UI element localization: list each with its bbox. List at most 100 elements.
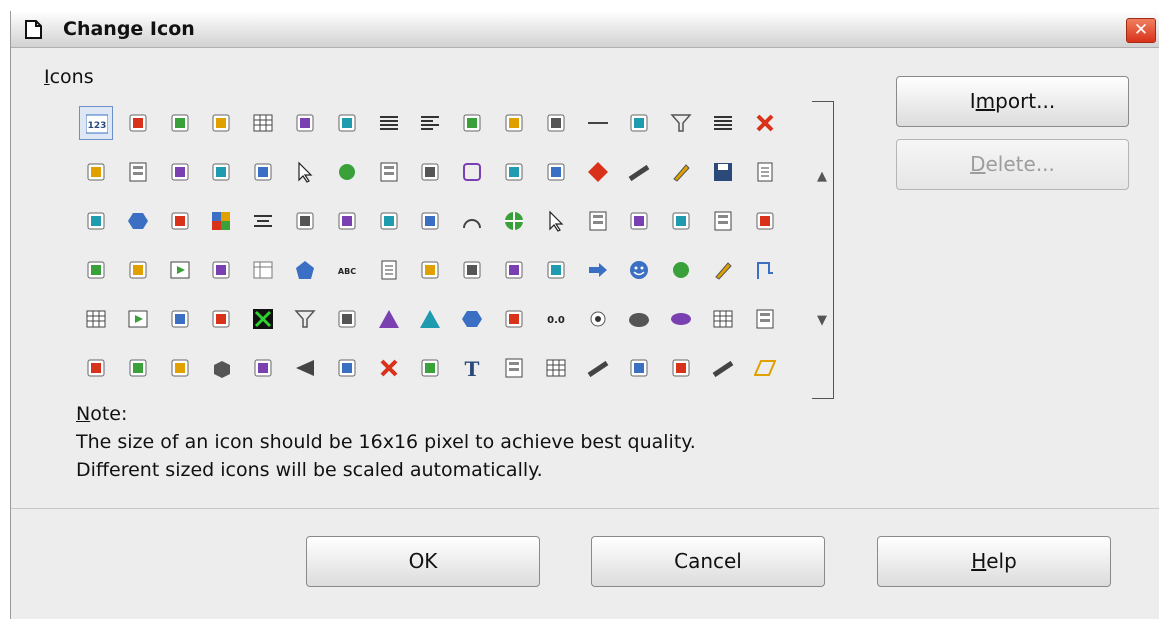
title-bar[interactable]: Change Icon ✕ bbox=[11, 11, 1159, 48]
settings-icon[interactable] bbox=[246, 155, 280, 189]
form-icon[interactable] bbox=[748, 302, 782, 336]
calendar-icon[interactable] bbox=[204, 302, 238, 336]
image-icon[interactable] bbox=[622, 204, 656, 238]
align-justify-icon[interactable] bbox=[706, 106, 740, 140]
triangle-icon[interactable] bbox=[372, 302, 406, 336]
database-icon[interactable] bbox=[204, 106, 238, 140]
x-box-icon[interactable] bbox=[246, 302, 280, 336]
pointer-icon[interactable] bbox=[539, 204, 573, 238]
zoom-icon[interactable] bbox=[413, 351, 447, 385]
rotate-icon[interactable] bbox=[121, 351, 155, 385]
table-icon[interactable] bbox=[706, 302, 740, 336]
close-icon[interactable] bbox=[372, 351, 406, 385]
fontwork-icon[interactable] bbox=[163, 351, 197, 385]
form-icon[interactable] bbox=[121, 155, 155, 189]
table-icon[interactable] bbox=[539, 351, 573, 385]
line-icon[interactable] bbox=[622, 155, 656, 189]
ellipse-icon[interactable] bbox=[664, 302, 698, 336]
text-icon[interactable]: T bbox=[455, 351, 489, 385]
save-icon[interactable] bbox=[706, 155, 740, 189]
number-format-icon[interactable]: 123 bbox=[79, 106, 113, 140]
wand-icon[interactable] bbox=[539, 253, 573, 287]
columns-icon[interactable] bbox=[163, 155, 197, 189]
form-icon[interactable] bbox=[706, 204, 740, 238]
data-icon[interactable] bbox=[497, 302, 531, 336]
scroll-up-icon[interactable]: ▲ bbox=[817, 169, 827, 184]
cloud-icon[interactable] bbox=[622, 302, 656, 336]
align-justify-icon[interactable] bbox=[372, 106, 406, 140]
spellcheck-icon[interactable] bbox=[664, 204, 698, 238]
move-icon[interactable] bbox=[330, 351, 364, 385]
form-icon[interactable] bbox=[497, 351, 531, 385]
chart-icon[interactable] bbox=[204, 155, 238, 189]
currency-icon[interactable] bbox=[79, 155, 113, 189]
grid-icon[interactable] bbox=[246, 253, 280, 287]
pentagon-icon[interactable] bbox=[288, 253, 322, 287]
filter-icon[interactable] bbox=[664, 106, 698, 140]
arc-icon[interactable] bbox=[455, 204, 489, 238]
play-icon[interactable] bbox=[163, 253, 197, 287]
parallelogram-icon[interactable] bbox=[748, 351, 782, 385]
ok-button[interactable]: OK bbox=[306, 536, 540, 587]
close-button[interactable]: ✕ bbox=[1126, 18, 1156, 43]
undo-icon[interactable] bbox=[455, 253, 489, 287]
paragraph-icon[interactable] bbox=[413, 155, 447, 189]
table-icon[interactable] bbox=[79, 302, 113, 336]
chart-icon[interactable] bbox=[622, 106, 656, 140]
diamond-icon[interactable] bbox=[581, 155, 615, 189]
table-icon[interactable] bbox=[246, 106, 280, 140]
align-center-icon[interactable] bbox=[246, 204, 280, 238]
font-size-icon[interactable] bbox=[330, 302, 364, 336]
document-icon[interactable] bbox=[748, 155, 782, 189]
line-numbers-icon[interactable] bbox=[288, 204, 322, 238]
horizontal-line-icon[interactable] bbox=[581, 106, 615, 140]
zoom-icon[interactable] bbox=[372, 204, 406, 238]
circle-icon[interactable] bbox=[664, 253, 698, 287]
document-icon[interactable] bbox=[372, 253, 406, 287]
triangle-left-icon[interactable] bbox=[288, 351, 322, 385]
icon-grid-scrollbar[interactable] bbox=[812, 101, 834, 399]
table-insert-icon[interactable] bbox=[497, 106, 531, 140]
formula-icon[interactable] bbox=[455, 106, 489, 140]
line-icon[interactable] bbox=[581, 351, 615, 385]
palette-icon[interactable] bbox=[204, 204, 238, 238]
delete-button[interactable]: Delete... bbox=[896, 139, 1129, 190]
lamp-icon[interactable] bbox=[622, 351, 656, 385]
font-color-icon[interactable] bbox=[246, 351, 280, 385]
frame-icon[interactable] bbox=[288, 106, 322, 140]
crosshair-icon[interactable] bbox=[497, 204, 531, 238]
paragraph-icon[interactable] bbox=[413, 204, 447, 238]
monitor-icon[interactable] bbox=[163, 204, 197, 238]
align-left-icon[interactable] bbox=[413, 106, 447, 140]
form-icon[interactable] bbox=[372, 155, 406, 189]
sort-ascending-icon[interactable] bbox=[330, 106, 364, 140]
picture-icon[interactable] bbox=[497, 253, 531, 287]
cube-icon[interactable] bbox=[204, 351, 238, 385]
back-icon[interactable] bbox=[539, 106, 573, 140]
shapes-icon[interactable] bbox=[163, 106, 197, 140]
arrows-icon[interactable] bbox=[413, 253, 447, 287]
smiley-icon[interactable] bbox=[622, 253, 656, 287]
form-icon[interactable] bbox=[581, 204, 615, 238]
close-icon[interactable] bbox=[748, 106, 782, 140]
ruler-icon[interactable] bbox=[664, 351, 698, 385]
abc-icon[interactable]: ABC bbox=[330, 253, 364, 287]
import-button[interactable]: Import... bbox=[896, 76, 1129, 127]
color-fill-icon[interactable] bbox=[748, 204, 782, 238]
scroll-down-icon[interactable]: ▼ bbox=[817, 313, 827, 328]
filter-icon[interactable] bbox=[288, 302, 322, 336]
cancel-button[interactable]: Cancel bbox=[591, 536, 825, 587]
arrow-right-icon[interactable] bbox=[581, 253, 615, 287]
scroll-icon[interactable] bbox=[121, 253, 155, 287]
shape-icon[interactable] bbox=[204, 253, 238, 287]
insert-field-icon[interactable] bbox=[121, 106, 155, 140]
triangle-icon[interactable] bbox=[413, 302, 447, 336]
play-icon[interactable] bbox=[121, 302, 155, 336]
hexagon-icon[interactable] bbox=[121, 204, 155, 238]
percent-icon[interactable] bbox=[79, 204, 113, 238]
pencil-icon[interactable] bbox=[664, 155, 698, 189]
circle-icon[interactable] bbox=[330, 155, 364, 189]
hexagon-icon[interactable] bbox=[455, 302, 489, 336]
number-icon[interactable]: 0.0 bbox=[539, 302, 573, 336]
connector-icon[interactable] bbox=[748, 253, 782, 287]
